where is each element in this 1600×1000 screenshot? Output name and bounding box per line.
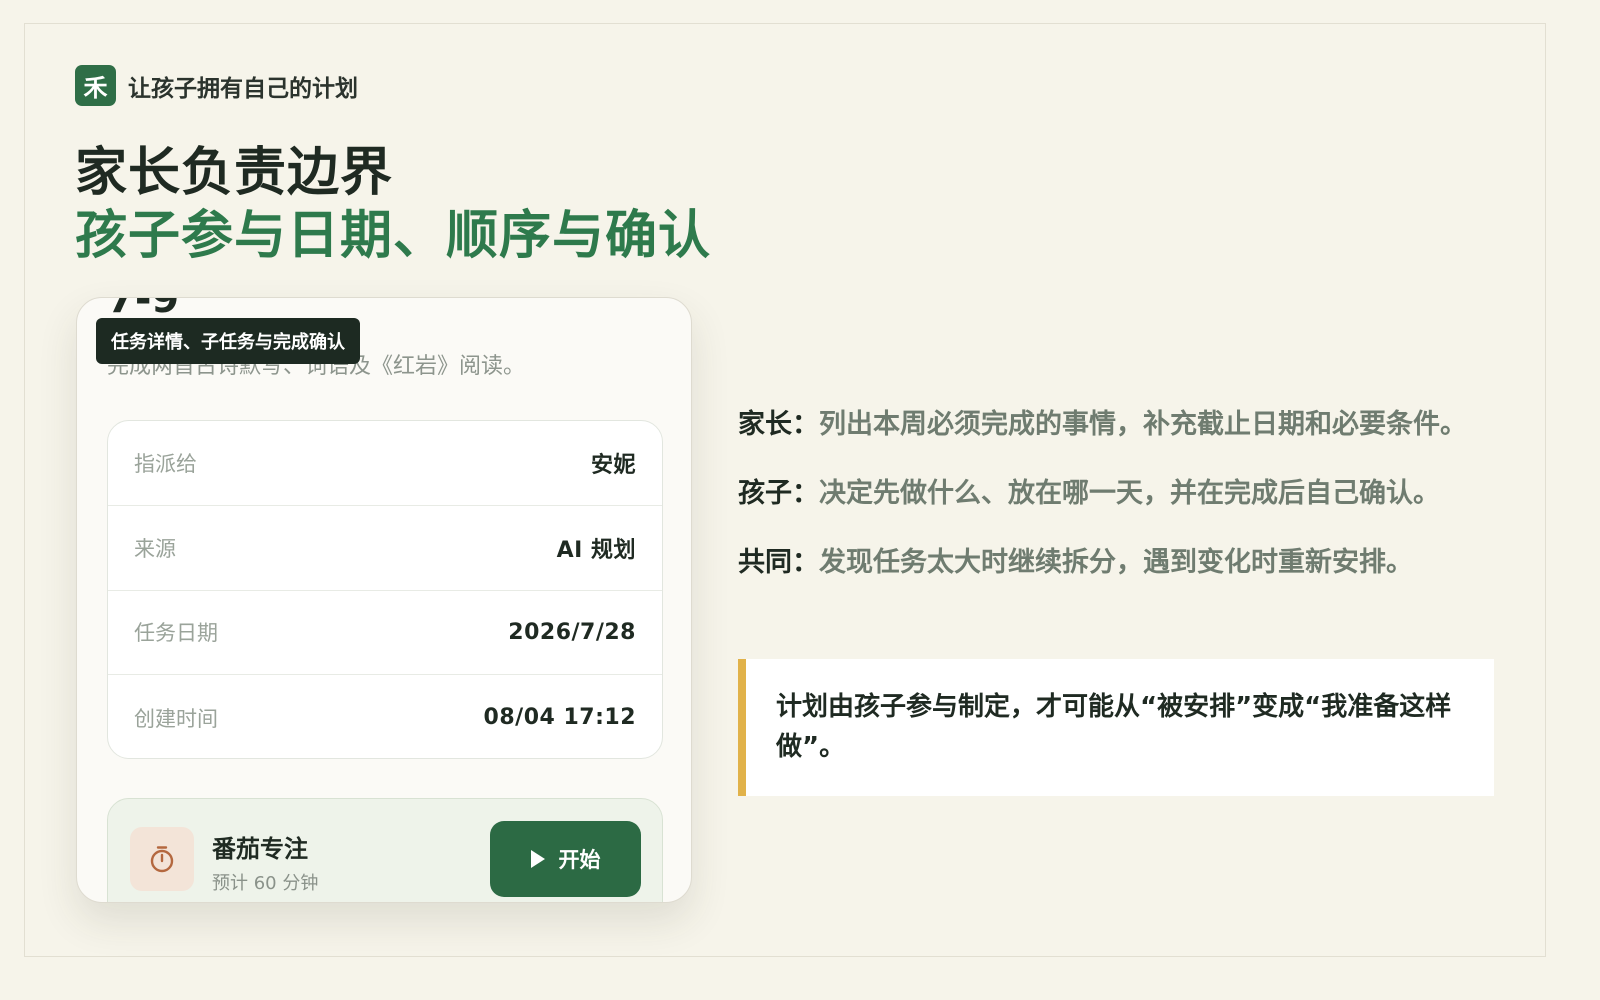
info-value: 08/04 17:12: [483, 705, 636, 731]
info-value: AI 规划: [556, 537, 636, 563]
brand-name: 让孩子拥有自己的计划: [128, 75, 358, 102]
info-row-assignee: 指派给 安妮: [108, 421, 662, 506]
role-list: 家长：列出本周必须完成的事情，补充截止日期和必要条件。 孩子：决定先做什么、放在…: [738, 402, 1498, 609]
info-row-task-date: 任务日期 2026/7/28: [108, 591, 662, 676]
pomodoro-estimate: 预计 60 分钟: [212, 873, 319, 894]
play-icon: [530, 850, 545, 868]
info-label: 来源: [134, 536, 176, 561]
start-button[interactable]: 开始: [490, 821, 641, 897]
role-text: 决定先做什么、放在哪一天，并在完成后自己确认。: [819, 478, 1440, 509]
role-text: 发现任务太大时继续拆分，遇到变化时重新安排。: [819, 547, 1413, 578]
role-name: 家长：: [738, 409, 819, 440]
info-value: 安妮: [590, 452, 636, 478]
headline-line-2: 孩子参与日期、顺序与确认: [75, 206, 712, 266]
task-info-table: 指派给 安妮 来源 AI 规划 任务日期 2026/7/28 创建时间 08/0…: [107, 420, 663, 759]
role-item-parent: 家长：列出本周必须完成的事情，补充截止日期和必要条件。: [738, 402, 1498, 448]
quote-text: 计划由孩子参与制定，才可能从“被安排”变成“我准备这样做”。: [776, 692, 1452, 762]
brand: 禾 让孩子拥有自己的计划: [75, 65, 358, 106]
info-value: 2026/7/28: [508, 619, 636, 645]
role-name: 共同：: [738, 547, 819, 578]
start-button-label: 开始: [558, 848, 601, 872]
info-row-source: 来源 AI 规划: [108, 506, 662, 591]
info-label: 指派给: [134, 451, 197, 476]
pomodoro-panel: 番茄专注 预计 60 分钟 开始: [107, 798, 663, 902]
pomodoro-title: 番茄专注: [212, 835, 308, 863]
info-row-created-time: 创建时间 08/04 17:12: [108, 675, 662, 758]
role-item-together: 共同：发现任务太大时继续拆分，遇到变化时重新安排。: [738, 540, 1498, 586]
role-text: 列出本周必须完成的事情，补充截止日期和必要条件。: [819, 409, 1467, 440]
timer-icon: [130, 827, 194, 891]
role-name: 孩子：: [738, 478, 819, 509]
role-item-child: 孩子：决定先做什么、放在哪一天，并在完成后自己确认。: [738, 471, 1498, 517]
task-detail-card: 7-9 完成两首古诗默写、词语及《红岩》阅读。 指派给 安妮 来源 AI 规划 …: [76, 297, 692, 903]
info-label: 任务日期: [134, 621, 218, 646]
info-label: 创建时间: [134, 706, 218, 731]
brand-logo: 禾: [75, 65, 116, 106]
quote-callout: 计划由孩子参与制定，才可能从“被安排”变成“我准备这样做”。: [738, 659, 1494, 796]
feature-tooltip: 任务详情、子任务与完成确认: [96, 318, 360, 364]
